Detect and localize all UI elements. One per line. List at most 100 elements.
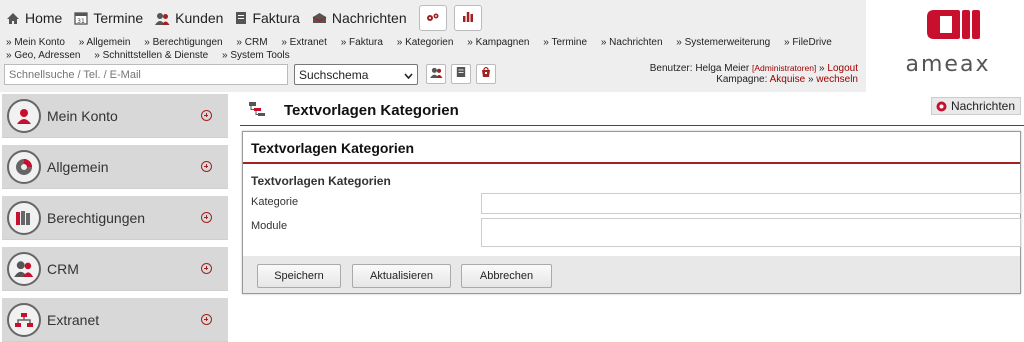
switch-campaign-link[interactable]: wechseln [816,74,858,85]
expand-plus-icon[interactable] [201,212,212,223]
svg-text:31: 31 [78,18,86,25]
notification-icon [936,101,947,112]
subnav-item[interactable]: Berechtigungen [144,37,222,48]
shop-button[interactable] [476,64,496,84]
expand-plus-icon[interactable] [201,314,212,325]
user-role: [Administratoren] [752,63,817,73]
subnav-item[interactable]: Kampagnen [467,37,529,48]
sidebar-item-label: Mein Konto [47,107,118,124]
search-schema-value: Suchschema [299,67,369,82]
sidebar-item-allgemein[interactable]: Allgemein [2,145,228,189]
bar-chart-icon [462,9,474,27]
module-label: Module [251,220,288,232]
subnav-item[interactable]: Mein Konto [6,37,65,48]
search-row: Suchschema Benutzer: Helga Meier [Adm [0,63,866,86]
user-label: Benutzer: [649,63,693,74]
contacts-button[interactable] [426,64,446,84]
subnav-item[interactable]: Kategorien [397,37,454,48]
envelope-icon [312,12,327,24]
nav-faktura-label: Faktura [252,10,300,26]
panel-title: Textvorlagen Kategorien [251,140,415,156]
calendar-icon: 31 [74,11,89,25]
logo-text: ameax [906,52,991,77]
sidebar-item-crm[interactable]: CRM [2,247,228,291]
sidebar-item-berechtigungen[interactable]: Berechtigungen [2,196,228,240]
logout-link[interactable]: Logout [827,63,858,74]
books-icon [7,200,41,235]
sidebar-item-label: Allgemein [47,158,109,175]
main-nav: Home 31 Termine Kunden Faktura Nachricht… [0,0,489,36]
update-button[interactable]: Aktualisieren [352,264,451,288]
kategorie-input[interactable] [481,193,1021,214]
ameax-logo: ameax [872,0,1024,92]
form-panel: Textvorlagen Kategorien Textvorlagen Kat… [242,131,1021,294]
nav-termine-label: Termine [93,10,144,26]
nav-nachrichten[interactable]: Nachrichten [312,10,407,26]
user-icon [7,98,41,133]
messages-button[interactable]: Nachrichten [930,97,1021,115]
user-name: Helga Meier [695,63,750,74]
button-bar: Speichern Aktualisieren Abbrechen [243,256,1020,293]
page-header: Textvorlagen Kategorien Nachrichten [228,92,1024,128]
expand-plus-icon[interactable] [201,110,212,121]
chevron-down-icon [404,68,413,82]
subnav-item[interactable]: Nachrichten [601,37,663,48]
home-icon [6,12,20,25]
document-icon [235,11,247,25]
sidebar-item-label: Extranet [47,311,100,328]
nav-home[interactable]: Home [6,10,62,26]
statistics-button[interactable] [453,5,482,31]
subnav-item[interactable]: CRM [236,37,267,48]
sidebar: Mein Konto Allgemein Berechtigungen CRM … [0,92,228,342]
messages-button-label: Nachrichten [950,99,1015,113]
nav-kunden-label: Kunden [175,10,224,26]
subnav-item[interactable]: Extranet [281,37,327,48]
nav-kunden[interactable]: Kunden [155,10,223,26]
network-icon [7,302,41,337]
nav-faktura[interactable]: Faktura [235,10,300,26]
campaign-label: Kampagne: [716,74,768,85]
users-icon [7,251,41,286]
section-title: Textvorlagen Kategorien [251,174,391,188]
logo-mark [927,10,980,39]
page-title: Textvorlagen Kategorien [284,102,459,119]
subnav-item[interactable]: Systemerweiterung [676,37,770,48]
document-button[interactable] [451,64,471,84]
users-icon [429,65,443,83]
users-icon [155,12,170,25]
sidebar-item-extranet[interactable]: Extranet [2,298,228,342]
subnav-item[interactable]: Faktura [341,37,383,48]
gears-icon [426,9,440,27]
settings-button[interactable] [418,5,447,31]
expand-plus-icon[interactable] [201,263,212,274]
header-divider [240,125,1024,126]
campaign-value[interactable]: Akquise [770,74,806,85]
sub-nav: Mein Konto Allgemein Berechtigungen CRM … [6,36,846,62]
expand-plus-icon[interactable] [201,161,212,172]
user-info: Benutzer: Helga Meier [Administratoren] … [649,63,858,85]
panel-divider [243,162,1020,164]
save-button[interactable]: Speichern [257,264,341,288]
sidebar-item-label: Berechtigungen [47,209,146,226]
quick-search-input[interactable] [4,64,288,85]
subnav-item[interactable]: Allgemein [79,37,131,48]
nav-home-label: Home [25,10,63,26]
nav-nachrichten-label: Nachrichten [331,10,407,26]
search-schema-select[interactable]: Suchschema [294,64,418,85]
subnav-item[interactable]: Geo, Adressen [6,50,81,61]
disc-icon [7,149,41,184]
categories-icon [248,101,266,122]
subnav-item[interactable]: System Tools [222,50,290,61]
shopping-bag-icon [480,65,492,83]
cancel-button[interactable]: Abbrechen [461,264,552,288]
subnav-item[interactable]: Schnittstellen & Dienste [94,50,208,61]
subnav-item[interactable]: Termine [543,37,587,48]
nav-termine[interactable]: 31 Termine [74,10,143,26]
document-icon [456,65,466,83]
kategorie-label: Kategorie [251,196,299,208]
module-input[interactable] [481,218,1021,247]
sidebar-item-label: CRM [47,260,79,277]
sidebar-item-mein-konto[interactable]: Mein Konto [2,94,228,138]
subnav-item[interactable]: FileDrive [784,37,832,48]
top-bar: Home 31 Termine Kunden Faktura Nachricht… [0,0,866,92]
